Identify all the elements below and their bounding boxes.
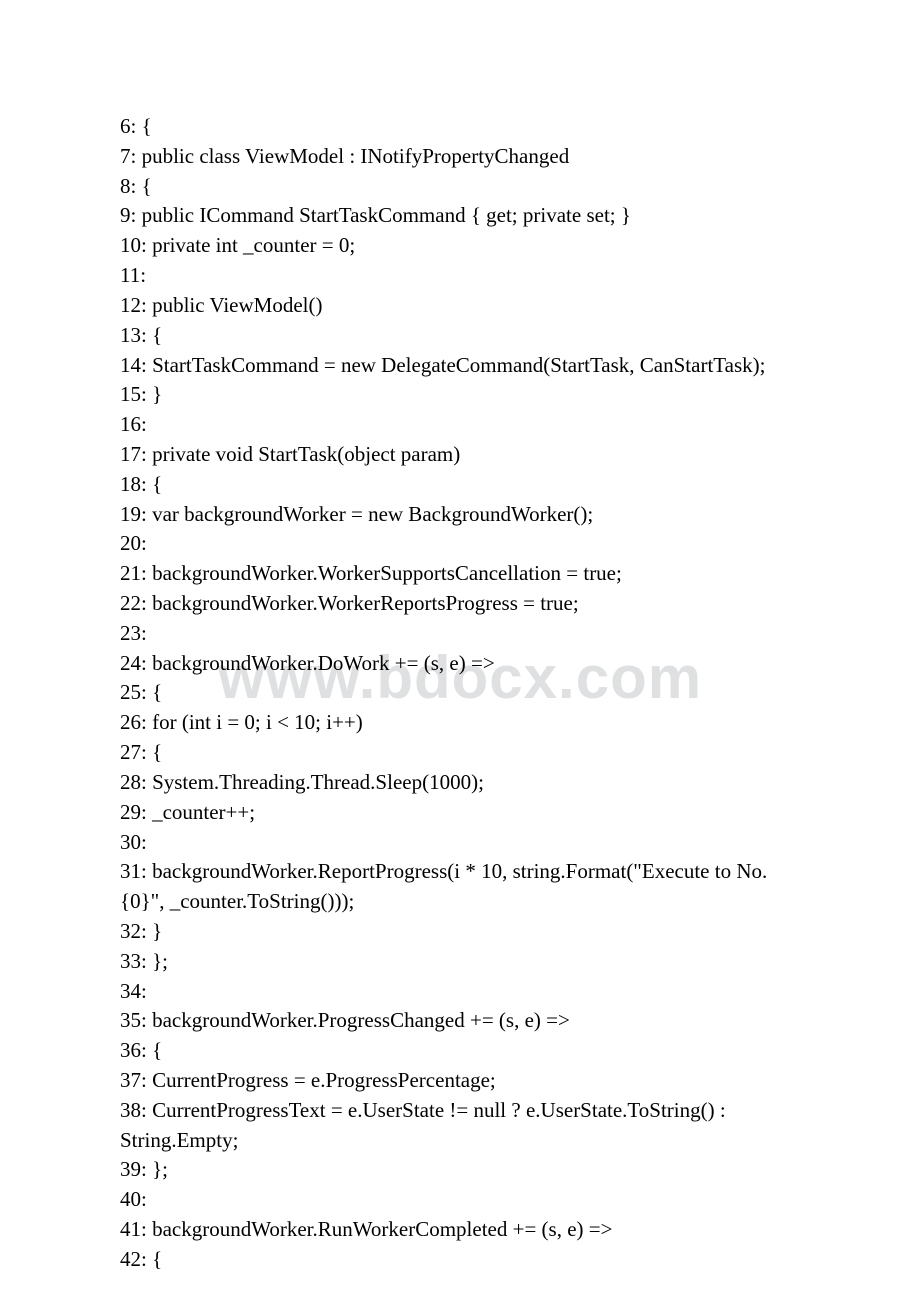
code-line: 15: } bbox=[120, 380, 800, 410]
code-line: 39: }; bbox=[120, 1155, 800, 1185]
code-listing: 6: {7: public class ViewModel : INotifyP… bbox=[120, 112, 800, 1275]
code-line: 35: backgroundWorker.ProgressChanged += … bbox=[120, 1006, 800, 1036]
code-line: 27: { bbox=[120, 738, 800, 768]
code-line: 23: bbox=[120, 619, 800, 649]
code-line: 13: { bbox=[120, 321, 800, 351]
code-line: 29: _counter++; bbox=[120, 798, 800, 828]
code-line: 25: { bbox=[120, 678, 800, 708]
code-line: 17: private void StartTask(object param) bbox=[120, 440, 800, 470]
code-line: 19: var backgroundWorker = new Backgroun… bbox=[120, 500, 800, 530]
code-line: 24: backgroundWorker.DoWork += (s, e) => bbox=[120, 649, 800, 679]
code-line: 8: { bbox=[120, 172, 800, 202]
code-line: 30: bbox=[120, 828, 800, 858]
code-line: 41: backgroundWorker.RunWorkerCompleted … bbox=[120, 1215, 800, 1245]
code-line: 21: backgroundWorker.WorkerSupportsCance… bbox=[120, 559, 800, 589]
code-line: 40: bbox=[120, 1185, 800, 1215]
code-line: 12: public ViewModel() bbox=[120, 291, 800, 321]
code-line: 28: System.Threading.Thread.Sleep(1000); bbox=[120, 768, 800, 798]
code-line: 14: StartTaskCommand = new DelegateComma… bbox=[120, 351, 800, 381]
code-line: 11: bbox=[120, 261, 800, 291]
code-line: 16: bbox=[120, 410, 800, 440]
code-line: 26: for (int i = 0; i < 10; i++) bbox=[120, 708, 800, 738]
code-line: 37: CurrentProgress = e.ProgressPercenta… bbox=[120, 1066, 800, 1096]
code-line: 33: }; bbox=[120, 947, 800, 977]
code-line: 31: backgroundWorker.ReportProgress(i * … bbox=[120, 857, 800, 917]
code-line: 10: private int _counter = 0; bbox=[120, 231, 800, 261]
code-line: 36: { bbox=[120, 1036, 800, 1066]
code-line: 34: bbox=[120, 977, 800, 1007]
code-line: 6: { bbox=[120, 112, 800, 142]
code-line: 7: public class ViewModel : INotifyPrope… bbox=[120, 142, 800, 172]
code-line: 42: { bbox=[120, 1245, 800, 1275]
code-line: 32: } bbox=[120, 917, 800, 947]
code-line: 22: backgroundWorker.WorkerReportsProgre… bbox=[120, 589, 800, 619]
code-line: 38: CurrentProgressText = e.UserState !=… bbox=[120, 1096, 800, 1156]
code-line: 9: public ICommand StartTaskCommand { ge… bbox=[120, 201, 800, 231]
code-line: 20: bbox=[120, 529, 800, 559]
code-line: 18: { bbox=[120, 470, 800, 500]
